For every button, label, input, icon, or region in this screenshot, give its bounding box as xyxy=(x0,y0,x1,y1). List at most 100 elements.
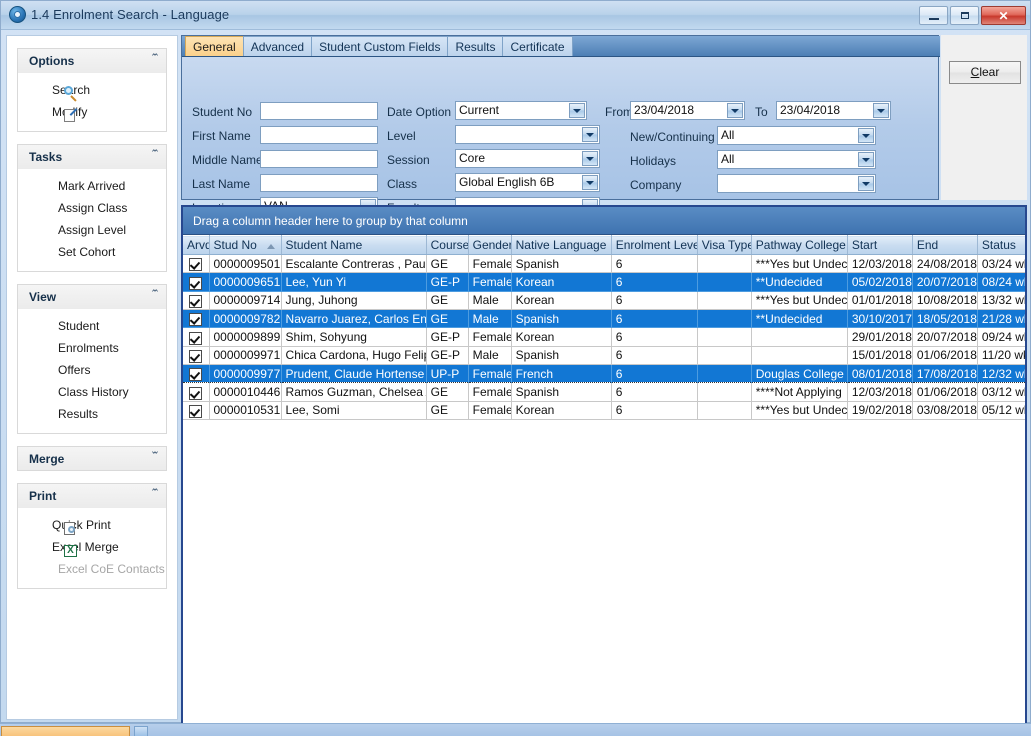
class-combobox[interactable]: Global English 6B xyxy=(455,173,600,192)
arrived-checkbox[interactable] xyxy=(189,295,202,308)
table-row[interactable]: 0000010531Lee, SomiGEFemaleKorean6***Yes… xyxy=(183,401,1027,419)
arrived-checkbox[interactable] xyxy=(189,313,202,326)
arrived-checkbox[interactable] xyxy=(189,368,202,381)
cell-arvd[interactable] xyxy=(183,291,209,309)
sidebar-item-enrolments[interactable]: Enrolments xyxy=(18,337,166,359)
chevron-down-icon[interactable] xyxy=(582,175,598,190)
column-header-course[interactable]: Course xyxy=(426,236,468,255)
chevron-down-icon[interactable] xyxy=(858,128,874,143)
table-row[interactable]: 0000010446Ramos Guzman, Chelsea AndrGEFe… xyxy=(183,383,1027,401)
table-row[interactable]: 0000009651Lee, Yun YiGE-PFemaleKorean6**… xyxy=(183,273,1027,291)
panel-header-print[interactable]: Printˆˆ xyxy=(17,483,167,508)
chevron-down-icon[interactable] xyxy=(569,103,585,118)
student-no-input[interactable] xyxy=(260,102,378,120)
taskbar-item-active[interactable] xyxy=(1,726,130,736)
column-header-student-name[interactable]: Student Name xyxy=(281,236,426,255)
clear-button[interactable]: Clear xyxy=(949,61,1021,84)
cell-arvd[interactable] xyxy=(183,346,209,364)
title-bar[interactable]: 1.4 Enrolment Search - Language ✕ xyxy=(1,1,1030,30)
column-header-arvd[interactable]: Arvd xyxy=(183,236,209,255)
maximize-button[interactable] xyxy=(950,6,979,25)
last-name-input[interactable] xyxy=(260,174,378,192)
minimize-button[interactable] xyxy=(919,6,948,25)
arrived-checkbox[interactable] xyxy=(189,258,202,271)
cell-arvd[interactable] xyxy=(183,328,209,346)
tab-results[interactable]: Results xyxy=(447,36,503,56)
table-row[interactable]: 0000009501Escalante Contreras , Paula AG… xyxy=(183,255,1027,273)
cell-arvd[interactable] xyxy=(183,383,209,401)
cell-arvd[interactable] xyxy=(183,273,209,291)
chevron-down-icon[interactable] xyxy=(582,151,598,166)
chevron-up-icon[interactable]: ˆˆ xyxy=(151,149,156,160)
sidebar-item-results[interactable]: Results xyxy=(18,403,166,425)
chevron-down-icon[interactable] xyxy=(858,152,874,167)
tab-certificate[interactable]: Certificate xyxy=(502,36,572,56)
tab-student-custom-fields[interactable]: Student Custom Fields xyxy=(311,36,448,56)
group-by-drop-area[interactable]: Drag a column header here to group by th… xyxy=(183,207,1025,235)
column-header-gender[interactable]: Gender xyxy=(468,236,511,255)
chevron-down-icon[interactable] xyxy=(582,127,598,142)
sidebar-item-mark-arrived[interactable]: Mark Arrived xyxy=(18,175,166,197)
sidebar-item-quick-print[interactable]: Quick Print xyxy=(18,514,166,536)
to-date-combobox[interactable]: 23/04/2018 xyxy=(776,101,891,120)
table-row[interactable]: 0000009899Shim, SohyungGE-PFemaleKorean6… xyxy=(183,328,1027,346)
chevron-down-icon[interactable] xyxy=(873,103,889,118)
cell-arvd[interactable] xyxy=(183,255,209,273)
panel-header-options[interactable]: Optionsˆˆ xyxy=(17,48,167,73)
chevron-down-icon[interactable] xyxy=(727,103,743,118)
arrived-checkbox[interactable] xyxy=(189,387,202,400)
table-row[interactable]: 0000009782Navarro Juarez, Carlos EnriquG… xyxy=(183,309,1027,327)
panel-header-tasks[interactable]: Tasksˆˆ xyxy=(17,144,167,169)
arrived-checkbox[interactable] xyxy=(189,350,202,363)
column-header-stud-no[interactable]: Stud No xyxy=(209,236,281,255)
chevron-down-icon[interactable]: ˇˇ xyxy=(151,451,156,462)
taskbar-item-secondary[interactable] xyxy=(134,726,148,736)
sidebar-item-excel-merge[interactable]: Excel Merge xyxy=(18,536,166,558)
arrived-checkbox[interactable] xyxy=(189,277,202,290)
table-row[interactable]: 0000009977Prudent, Claude HortenseUP-PFe… xyxy=(183,364,1027,382)
new-continuing-combobox[interactable]: All xyxy=(717,126,876,145)
sidebar-item-class-history[interactable]: Class History xyxy=(18,381,166,403)
arrived-checkbox[interactable] xyxy=(189,405,202,418)
date-option-combobox[interactable]: Current xyxy=(455,101,587,120)
from-date-combobox[interactable]: 23/04/2018 xyxy=(630,101,745,120)
cell-arvd[interactable] xyxy=(183,364,209,382)
sidebar-item-modify[interactable]: Modify xyxy=(18,101,166,123)
column-header-start[interactable]: Start xyxy=(847,236,912,255)
sidebar-item-offers[interactable]: Offers xyxy=(18,359,166,381)
session-combobox[interactable]: Core xyxy=(455,149,600,168)
arrived-checkbox[interactable] xyxy=(189,332,202,345)
results-table: ArvdStud NoStudent NameCourseGenderNativ… xyxy=(183,235,1027,420)
sidebar-item-label: Results xyxy=(58,407,98,421)
table-row[interactable]: 0000009971Chica Cardona, Hugo FelipeGE-P… xyxy=(183,346,1027,364)
sidebar-item-student[interactable]: Student xyxy=(18,315,166,337)
chevron-up-icon[interactable]: ˆˆ xyxy=(151,289,156,300)
chevron-down-icon[interactable] xyxy=(858,176,874,191)
column-header-end[interactable]: End xyxy=(912,236,977,255)
tab-general[interactable]: General xyxy=(185,36,244,56)
cell-arvd[interactable] xyxy=(183,309,209,327)
level-combobox[interactable] xyxy=(455,125,600,144)
tab-advanced[interactable]: Advanced xyxy=(243,36,312,56)
chevron-up-icon[interactable]: ˆˆ xyxy=(151,53,156,64)
panel-header-merge[interactable]: Mergeˇˇ xyxy=(17,446,167,471)
first-name-input[interactable] xyxy=(260,126,378,144)
column-header-native-language[interactable]: Native Language xyxy=(511,236,611,255)
sidebar-item-search[interactable]: Search xyxy=(18,79,166,101)
company-combobox[interactable] xyxy=(717,174,876,193)
sidebar-item-assign-level[interactable]: Assign Level xyxy=(18,219,166,241)
chevron-up-icon[interactable]: ˆˆ xyxy=(151,488,156,499)
close-button[interactable]: ✕ xyxy=(981,6,1026,25)
sidebar-item-assign-class[interactable]: Assign Class xyxy=(18,197,166,219)
panel-body: Mark ArrivedAssign ClassAssign LevelSet … xyxy=(17,169,167,272)
column-header-enrolment-level[interactable]: Enrolment Level xyxy=(611,236,697,255)
table-row[interactable]: 0000009714Jung, JuhongGEMaleKorean6***Ye… xyxy=(183,291,1027,309)
middle-name-input[interactable] xyxy=(260,150,378,168)
cell-arvd[interactable] xyxy=(183,401,209,419)
holidays-combobox[interactable]: All xyxy=(717,150,876,169)
sidebar-item-set-cohort[interactable]: Set Cohort xyxy=(18,241,166,263)
panel-header-view[interactable]: Viewˆˆ xyxy=(17,284,167,309)
column-header-status[interactable]: Status xyxy=(977,236,1027,255)
column-header-visa-type[interactable]: Visa Type xyxy=(697,236,751,255)
column-header-pathway-college[interactable]: Pathway College xyxy=(751,236,847,255)
